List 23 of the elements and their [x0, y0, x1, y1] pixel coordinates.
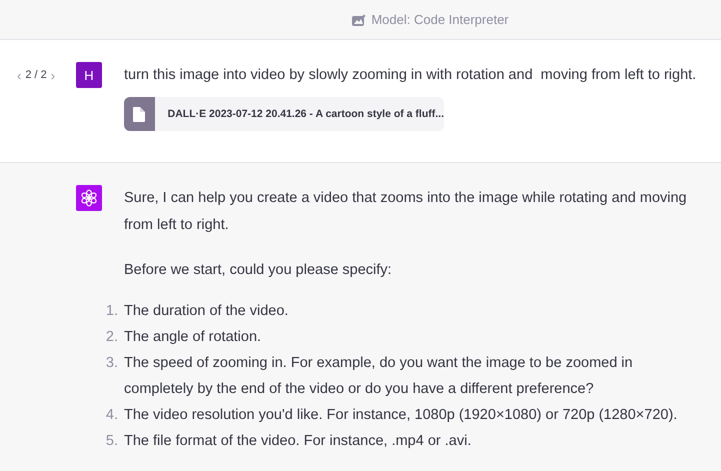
page-indicator: 2 / 2	[25, 69, 47, 81]
user-message: turn this image into video by slowly zooming in with rotation and moving from left to right.	[124, 66, 696, 85]
file-name: DALL·E 2023-07-12 20.41.26 - A cartoon style of a fluff...	[168, 108, 444, 120]
user-avatar: H	[76, 62, 102, 88]
list-number: 4.	[104, 406, 118, 425]
list-number: 2.	[104, 328, 118, 347]
file-attachment[interactable]: DALL·E 2023-07-12 20.41.26 - A cartoon style of a fluff...	[124, 97, 444, 131]
list-item-text: The angle of rotation.	[124, 328, 262, 347]
knot-logo-icon	[80, 189, 98, 207]
sparkle-image-icon	[352, 14, 366, 26]
list-number: 1.	[104, 302, 118, 321]
list-item-text: The video resolution you'd like. For instance, 1080p (1920×1080) or 720p (1280×720).	[124, 406, 678, 425]
list-number: 5.	[104, 432, 118, 451]
list-item-text: The duration of the video.	[124, 302, 290, 321]
assistant-paragraph: Before we start, could you please specify:	[124, 261, 393, 280]
next-button[interactable]: ›	[50, 68, 56, 82]
model-label: Model: Code Interpreter	[371, 12, 509, 27]
assistant-paragraph: Sure, I can help you create a video that zooms into the image while rotating and moving from left to right.	[124, 189, 688, 235]
previous-button[interactable]: ‹	[17, 68, 22, 82]
list-item-text: The speed of zooming in. For example, do you want the image to be zoomed in completely by the end of the video or do you have a different preference?	[124, 354, 634, 399]
list-number: 3.	[104, 354, 118, 373]
file-icon	[133, 106, 146, 122]
list-item-text: The file format of the video. For instance, .mp4 or .avi.	[124, 432, 472, 451]
